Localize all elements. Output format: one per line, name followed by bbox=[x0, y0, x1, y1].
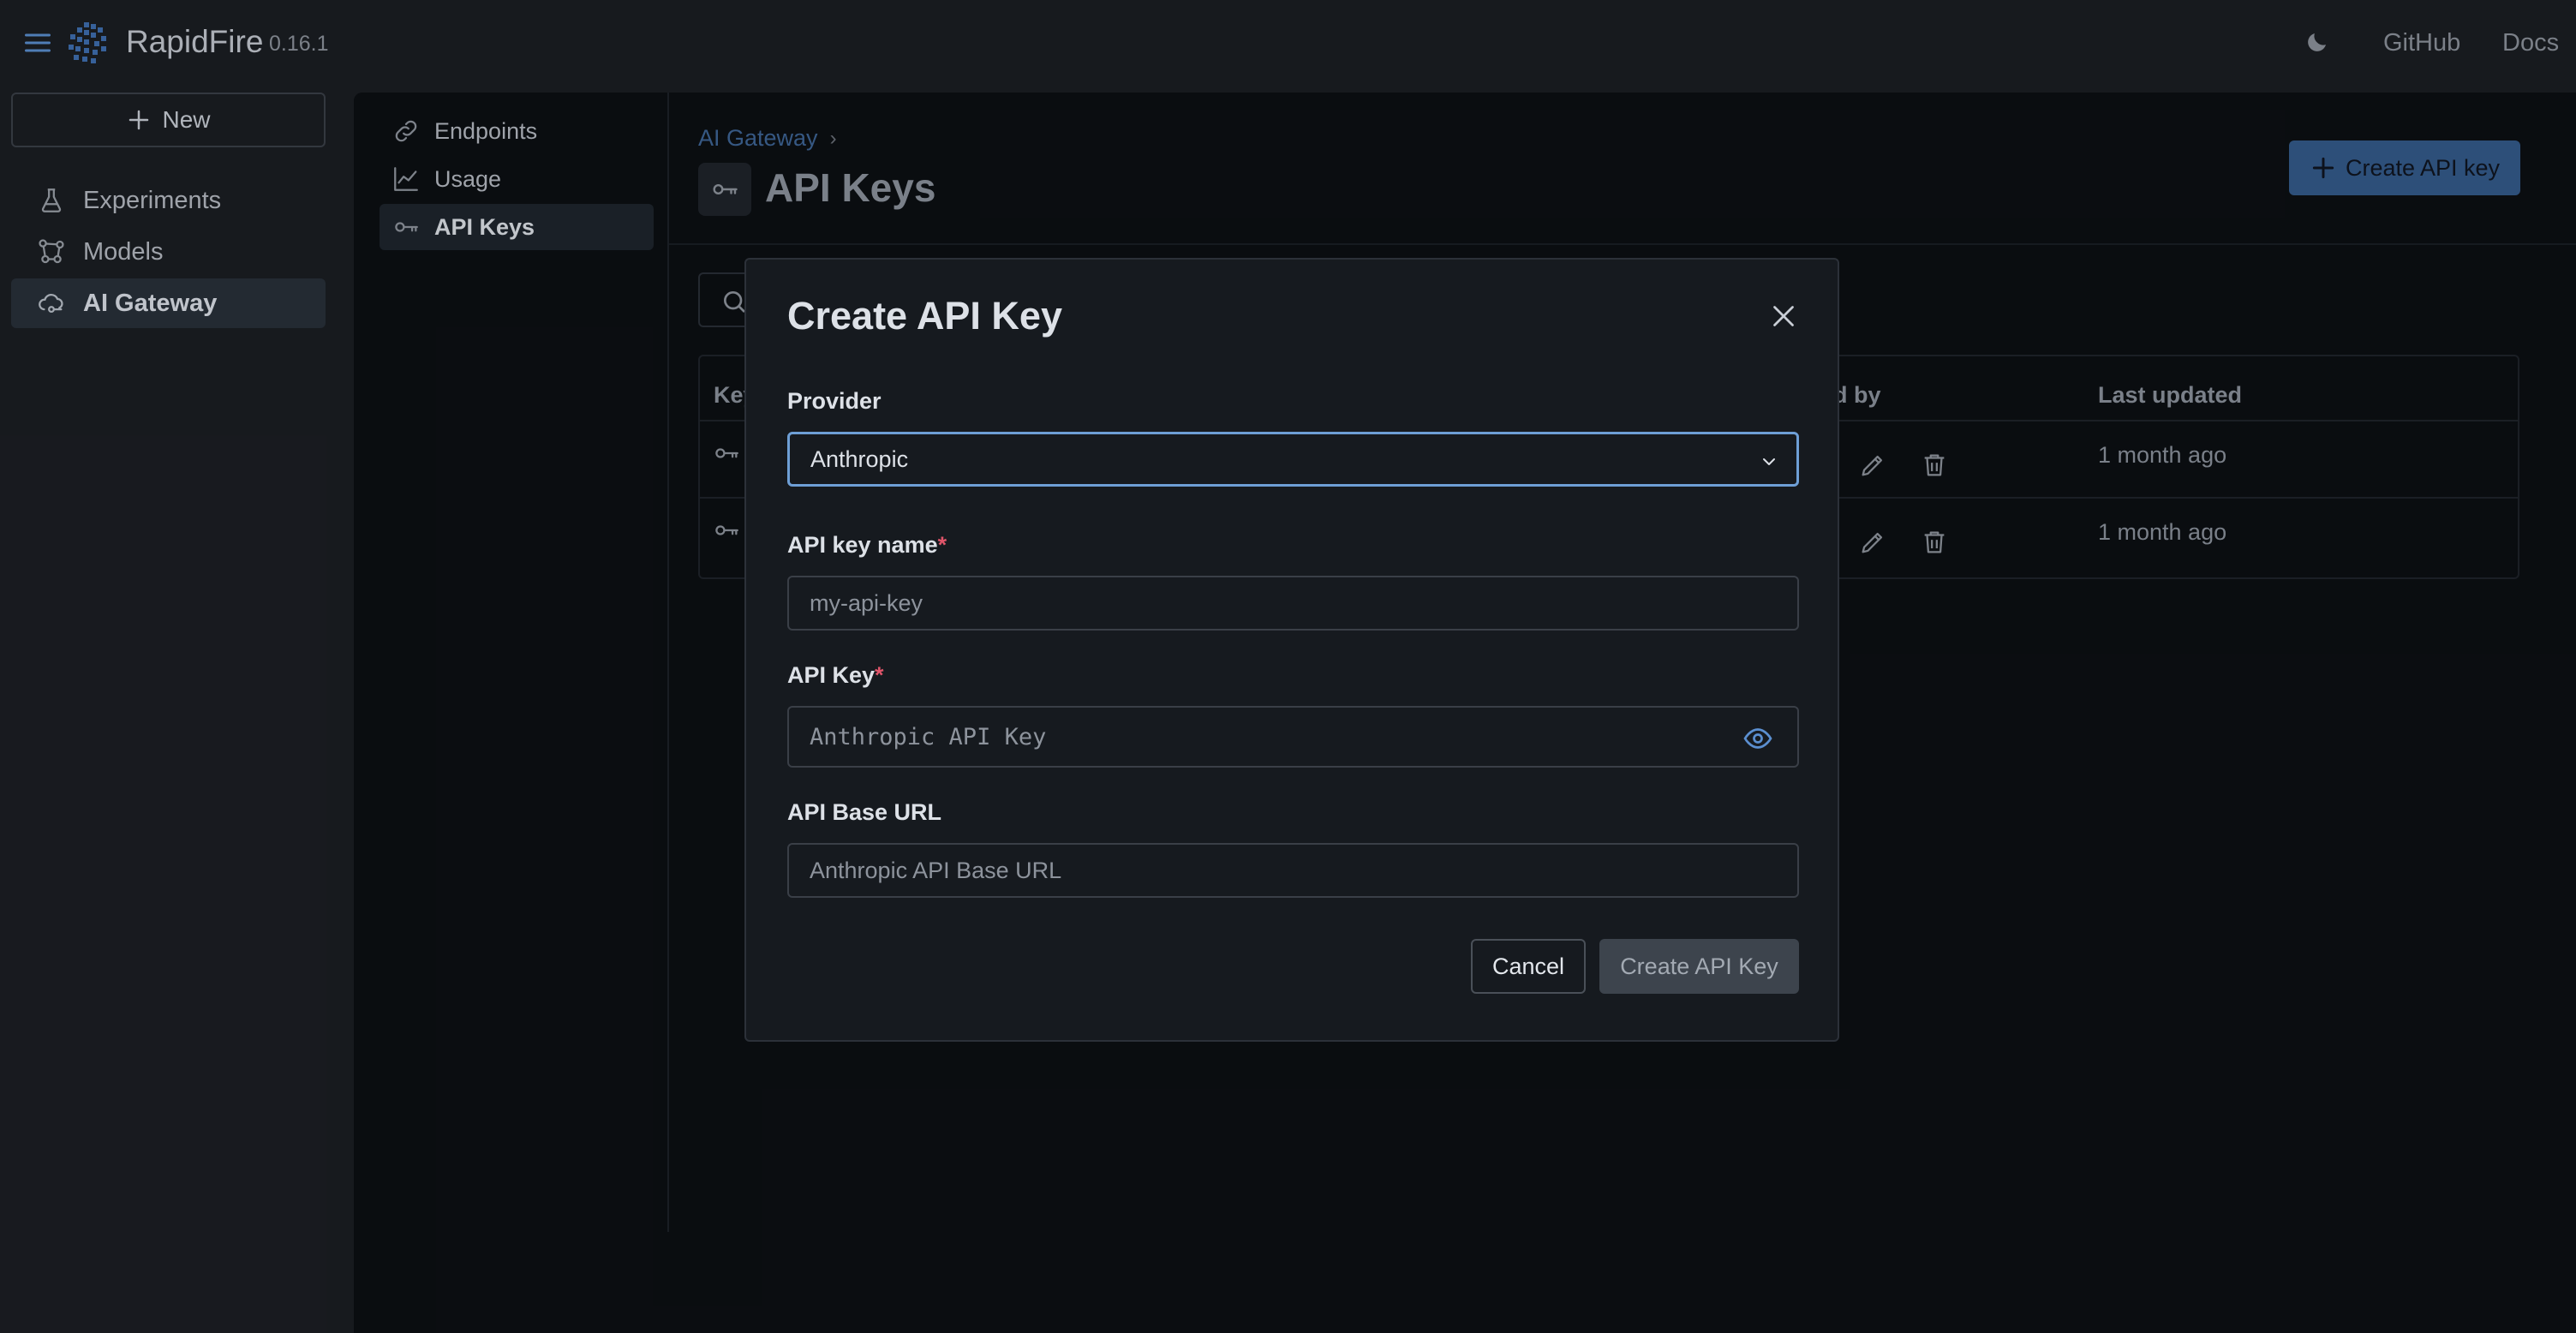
eye-icon[interactable] bbox=[1742, 723, 1773, 754]
provider-select[interactable]: Anthropic bbox=[787, 432, 1799, 487]
api-key-label-text: API Key bbox=[787, 662, 876, 688]
api-base-url-label: API Base URL bbox=[787, 799, 942, 825]
cancel-button[interactable]: Cancel bbox=[1471, 939, 1586, 994]
api-base-url-input[interactable]: Anthropic API Base URL bbox=[787, 843, 1799, 898]
dialog-title: Create API Key bbox=[787, 294, 1062, 338]
api-key-input[interactable]: Anthropic API Key bbox=[787, 706, 1799, 768]
api-key-name-label-text: API key name bbox=[787, 532, 938, 558]
chevron-down-icon bbox=[1763, 458, 1775, 465]
create-api-key-submit-button[interactable]: Create API Key bbox=[1599, 939, 1799, 994]
api-key-name-input[interactable]: my-api-key bbox=[787, 576, 1799, 631]
close-icon[interactable] bbox=[1768, 301, 1799, 332]
provider-label: Provider bbox=[787, 388, 882, 414]
api-key-label: API Key* bbox=[787, 662, 884, 689]
provider-selected-value: Anthropic bbox=[810, 445, 909, 472]
create-api-key-dialog: Create API Key Provider Anthropic API ke… bbox=[744, 258, 1839, 1042]
required-mark: * bbox=[937, 532, 947, 558]
api-base-url-placeholder: Anthropic API Base URL bbox=[810, 857, 1062, 883]
required-mark: * bbox=[875, 662, 884, 688]
api-key-name-label: API key name* bbox=[787, 532, 947, 559]
api-key-name-placeholder: my-api-key bbox=[810, 589, 923, 616]
api-key-placeholder: Anthropic API Key bbox=[810, 723, 1047, 750]
